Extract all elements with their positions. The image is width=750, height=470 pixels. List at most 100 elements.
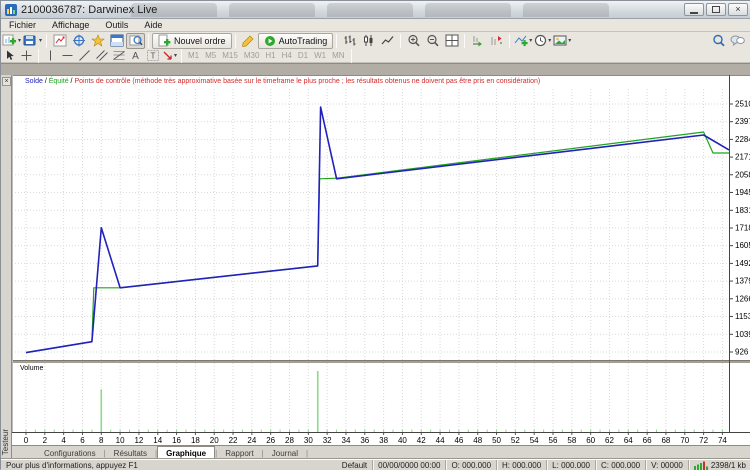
svg-text:18: 18: [191, 436, 200, 445]
fibonacci-button[interactable]: [110, 50, 127, 62]
zoom-out-button[interactable]: [423, 33, 442, 49]
svg-text:1039: 1039: [735, 330, 750, 339]
title-bar[interactable]: 2100036787: Darwinex Live ×: [1, 1, 750, 19]
toolbar-separator: [235, 34, 236, 48]
svg-text:58: 58: [567, 436, 576, 445]
community-button[interactable]: [728, 33, 747, 49]
svg-text:1379: 1379: [735, 277, 750, 286]
chevron-down-icon: ▾: [39, 37, 42, 44]
tile-windows-button[interactable]: [442, 33, 461, 49]
chevron-down-icon: ▾: [529, 37, 532, 44]
app-icon: [5, 4, 17, 16]
menu-item-affichage[interactable]: Affichage: [44, 19, 97, 31]
autotrading-icon: [264, 35, 276, 47]
minimize-button[interactable]: [684, 3, 704, 16]
metaeditor-button[interactable]: [239, 33, 258, 49]
horizontal-line-button[interactable]: [59, 50, 76, 62]
balance-equity-chart[interactable]: 9261039115312661379149216051718183119452…: [12, 75, 750, 445]
equidistant-channel-button[interactable]: [93, 50, 110, 62]
indicators-button[interactable]: ▾: [513, 33, 533, 49]
menu-item-fichier[interactable]: Fichier: [1, 19, 44, 31]
candlestick-chart-button[interactable]: [359, 33, 378, 49]
timeframe-mn[interactable]: MN: [329, 50, 347, 61]
timeframe-h4[interactable]: H4: [279, 50, 295, 61]
bar-chart-button[interactable]: [340, 33, 359, 49]
strategy-tester-button[interactable]: [126, 33, 145, 49]
crosshair-button[interactable]: [18, 50, 35, 62]
svg-text:66: 66: [643, 436, 652, 445]
legend-equite: Équité: [49, 78, 69, 85]
periods-button[interactable]: ▾: [533, 33, 552, 49]
svg-text:42: 42: [417, 436, 426, 445]
svg-text:2: 2: [43, 436, 48, 445]
svg-text:30: 30: [304, 436, 313, 445]
toolbar-separator: [336, 34, 337, 48]
timeframe-m30[interactable]: M30: [241, 50, 263, 61]
connection-status-icon: [694, 461, 708, 470]
svg-text:1605: 1605: [735, 241, 750, 250]
svg-text:T: T: [150, 51, 155, 61]
profiles-button[interactable]: ▾: [22, 33, 43, 49]
timeframe-d1[interactable]: D1: [295, 50, 311, 61]
trendline-button[interactable]: [76, 50, 93, 62]
toolbar-separator: [181, 49, 182, 63]
chart-legend: Solde / Équité / Points de contrôle (mét…: [25, 78, 540, 85]
arrow-tools-button[interactable]: ▾: [161, 50, 178, 62]
menu-item-outils[interactable]: Outils: [97, 19, 136, 31]
svg-text:34: 34: [342, 436, 351, 445]
line-chart-button[interactable]: [378, 33, 397, 49]
timeframe-m15[interactable]: M15: [219, 50, 241, 61]
chart-shift-button[interactable]: [487, 33, 506, 49]
menu-item-aide[interactable]: Aide: [136, 19, 170, 31]
terminal-button[interactable]: [107, 33, 126, 49]
tester-panel-title: Testeur: [1, 429, 12, 455]
templates-button[interactable]: ▾: [552, 33, 572, 49]
svg-text:6: 6: [80, 436, 85, 445]
tester-close-icon[interactable]: ×: [2, 77, 11, 86]
new-order-label: Nouvel ordre: [174, 36, 226, 46]
zoom-in-button[interactable]: [404, 33, 423, 49]
tab-rapport[interactable]: Rapport: [217, 447, 261, 459]
svg-text:1266: 1266: [735, 294, 750, 303]
auto-scroll-button[interactable]: [468, 33, 487, 49]
market-watch-button[interactable]: [50, 33, 69, 49]
toolbar-separator: [509, 34, 510, 48]
autotrading-button[interactable]: AutoTrading: [258, 33, 334, 49]
svg-text:1945: 1945: [735, 188, 750, 197]
timeframe-w1[interactable]: W1: [311, 50, 329, 61]
timeframe-m5[interactable]: M5: [202, 50, 219, 61]
timeframe-h1[interactable]: H1: [262, 50, 278, 61]
toolbar-standard: ▾ ▾ Nouvel ordre: [1, 32, 750, 49]
svg-text:44: 44: [436, 436, 445, 445]
autotrading-label: AutoTrading: [279, 36, 328, 46]
legend-solde: Solde: [25, 78, 43, 85]
toolbar-separator: [38, 49, 39, 63]
svg-text:28: 28: [285, 436, 294, 445]
svg-text:1492: 1492: [735, 259, 750, 268]
svg-text:54: 54: [530, 436, 539, 445]
tester-chart-area[interactable]: 9261039115312661379149216051718183119452…: [12, 75, 750, 445]
metatrader-window: 2100036787: Darwinex Live × FichierAffic…: [0, 0, 750, 469]
cursor-button[interactable]: [1, 50, 18, 62]
svg-text:12: 12: [134, 436, 143, 445]
tab-graphique[interactable]: Graphique: [157, 446, 215, 459]
text-label-button[interactable]: T: [144, 50, 161, 62]
chevron-down-icon: ▾: [548, 37, 551, 44]
tab-résultats[interactable]: Résultats: [106, 447, 155, 459]
data-window-button[interactable]: [69, 33, 88, 49]
new-order-button[interactable]: Nouvel ordre: [152, 33, 232, 49]
tab-configurations[interactable]: Configurations: [36, 447, 104, 459]
search-button[interactable]: [709, 33, 728, 49]
tab-journal[interactable]: Journal: [264, 447, 306, 459]
toolbar-separator: [351, 49, 352, 63]
svg-text:4: 4: [61, 436, 66, 445]
timeframe-m1[interactable]: M1: [185, 50, 202, 61]
text-button[interactable]: A: [127, 50, 144, 62]
new-chart-button[interactable]: ▾: [1, 33, 22, 49]
toolbar-separator: [148, 34, 149, 48]
svg-text:52: 52: [511, 436, 520, 445]
navigator-button[interactable]: [88, 33, 107, 49]
vertical-line-button[interactable]: [42, 50, 59, 62]
close-button[interactable]: ×: [728, 3, 748, 16]
maximize-button[interactable]: [706, 3, 726, 16]
